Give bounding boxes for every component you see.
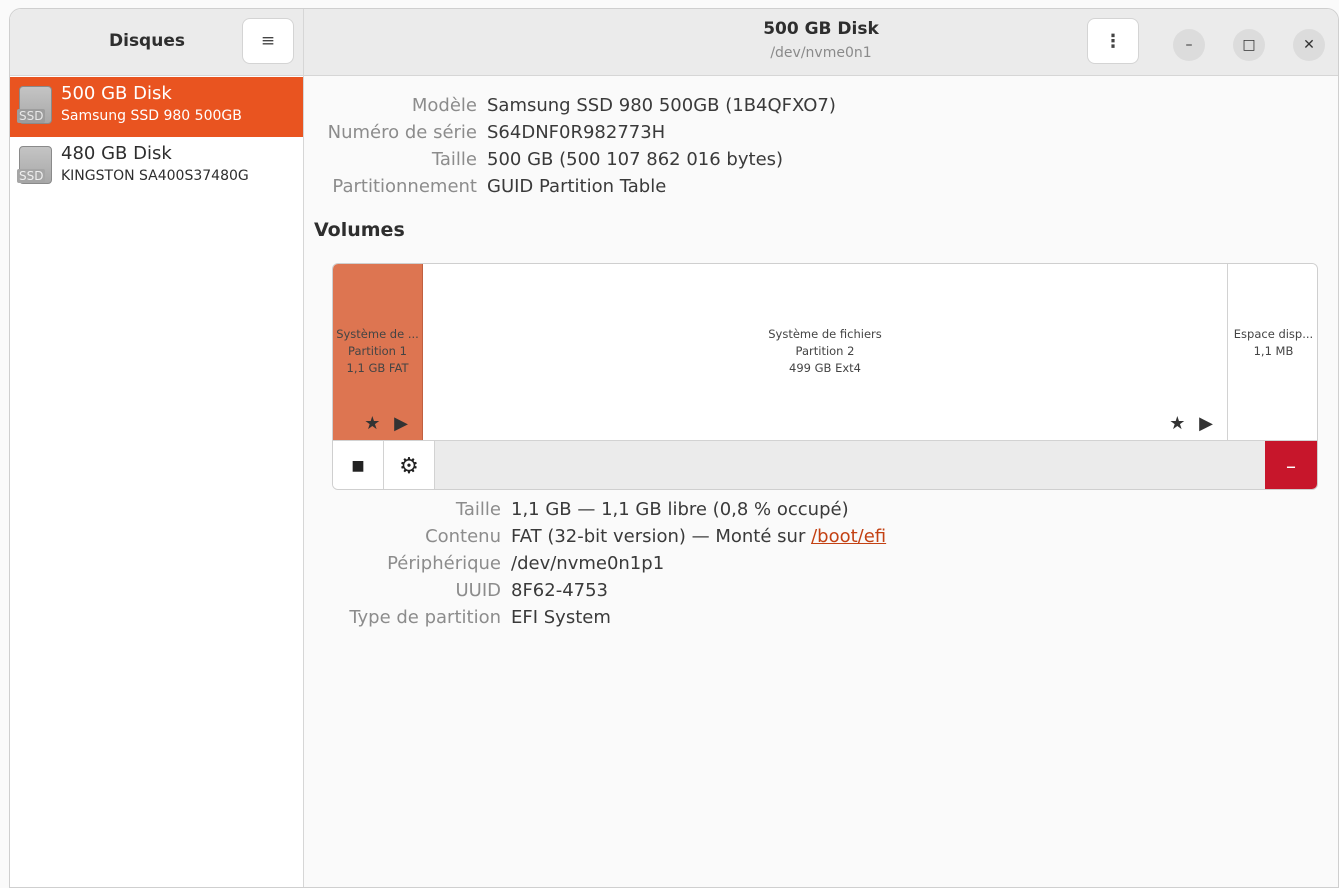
disk-name: 480 GB Disk [61,143,172,164]
minimize-button[interactable]: – [1173,29,1205,61]
kebab-icon: ⋮ [1104,30,1122,52]
partition-number: Partition 2 [795,344,855,358]
stop-icon: ■ [351,458,365,474]
partition-size-key: Taille [455,499,501,520]
serial-value: S64DNF0R982773H [487,122,666,143]
model-key: Modèle [411,95,477,116]
partition-label: Système de fichiers [768,327,882,341]
free-space[interactable]: Espace disp... 1,1 MB [1228,264,1317,440]
sidebar-header: Disques ≡ [10,9,303,76]
uuid-key: UUID [455,580,501,601]
ssd-icon-label: SSD [17,169,46,183]
unmount-button[interactable]: ■ [333,441,384,489]
hamburger-icon: ≡ [260,31,276,51]
gear-icon: ⚙ [399,453,419,479]
close-icon: ✕ [1303,37,1315,53]
partition-size: 499 GB Ext4 [789,361,861,375]
main-header: 500 GB Disk /dev/nvme0n1 ⋮ – □ ✕ [304,9,1338,76]
maximize-button[interactable]: □ [1233,29,1265,61]
star-play-icon: ★ ▶ [1169,413,1217,434]
mount-point-link[interactable]: /boot/efi [811,526,886,547]
content-text: FAT (32-bit version) — Monté sur [511,526,812,547]
menu-button[interactable]: ≡ [242,18,294,64]
serial-key: Numéro de série [327,122,477,143]
content-value: FAT (32-bit version) — Monté sur /boot/e… [511,526,886,547]
free-space-size: 1,1 MB [1253,344,1294,358]
device-value: /dev/nvme0n1p1 [511,553,665,574]
volumes-map: Système de ... Partition 1 1,1 GB FAT ★ … [332,263,1318,490]
disk-menu-button[interactable]: ⋮ [1087,18,1139,64]
sidebar: Disques ≡ SSD 500 GB Disk Samsung SSD 98… [10,9,304,887]
partition-type-value: EFI System [511,607,611,628]
maximize-icon: □ [1242,37,1256,53]
partition-label: Système de ... [336,327,419,341]
partition-1[interactable]: Système de ... Partition 1 1,1 GB FAT ★ … [333,264,423,440]
partition-options-button[interactable]: ⚙ [384,441,435,489]
ssd-icon-label: SSD [17,109,46,123]
partitioning-key: Partitionnement [332,176,477,197]
star-play-icon: ★ ▶ [364,413,412,434]
disk-item-500gb[interactable]: SSD 500 GB Disk Samsung SSD 980 500GB [10,77,303,137]
app-window: Disques ≡ SSD 500 GB Disk Samsung SSD 98… [9,8,1339,888]
free-space-label: Espace disp... [1233,327,1314,341]
partition-type-key: Type de partition [349,607,501,628]
partition-size-value: 1,1 GB — 1,1 GB libre (0,8 % occupé) [511,499,849,520]
uuid-value: 8F62-4753 [511,580,609,601]
device-key: Périphérique [387,553,501,574]
model-value: Samsung SSD 980 500GB (1B4QFXO7) [487,95,836,116]
disk-model: KINGSTON SA400S37480G [61,168,249,184]
size-value: 500 GB (500 107 862 016 bytes) [487,149,784,170]
close-button[interactable]: ✕ [1293,29,1325,61]
disk-name: 500 GB Disk [61,83,172,104]
volume-toolbar: ■ ⚙ – [333,440,1317,489]
minus-icon: – [1286,454,1296,478]
disk-item-480gb[interactable]: SSD 480 GB Disk KINGSTON SA400S37480G [10,137,303,197]
disk-model: Samsung SSD 980 500GB [61,108,242,124]
partition-2[interactable]: Système de fichiers Partition 2 499 GB E… [423,264,1228,440]
partitioning-value: GUID Partition Table [487,176,667,197]
minimize-icon: – [1185,37,1193,53]
delete-partition-button[interactable]: – [1265,441,1317,489]
partition-number: Partition 1 [348,344,407,358]
size-key: Taille [431,149,477,170]
content-key: Contenu [425,526,501,547]
partition-size: 1,1 GB FAT [346,361,409,375]
volumes-heading: Volumes [314,219,405,241]
